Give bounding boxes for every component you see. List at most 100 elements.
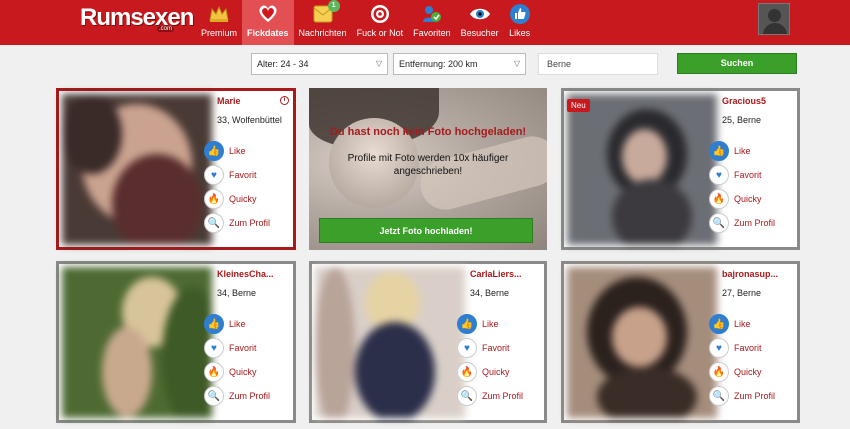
upload-photo-promo: Du hast noch kein Foto hochgeladen! Prof… (309, 88, 547, 250)
target-icon (369, 3, 391, 25)
flame-icon: 🔥 (709, 362, 729, 382)
nav-messages[interactable]: 1 Nachrichten (294, 0, 352, 45)
like-action[interactable]: 👍 Like (204, 312, 270, 336)
profile-photo[interactable] (62, 267, 212, 418)
profile-photo[interactable] (567, 94, 717, 245)
nav-favorites[interactable]: Favoriten (408, 0, 456, 45)
profile-card[interactable]: Marie i 33, Wolfenbüttel 👍 Like ♥ Favorit … (56, 88, 296, 250)
quicky-action[interactable]: 🔥 Quicky (709, 187, 775, 211)
favorite-label: Favorit (229, 170, 257, 180)
favorite-action[interactable]: ♥ Favorit (457, 336, 523, 360)
favorites-icon: ♥ (709, 338, 729, 358)
like-action[interactable]: 👍 Like (709, 139, 775, 163)
profile-name[interactable]: Gracious5 (722, 96, 766, 106)
info-icon[interactable]: i (280, 96, 289, 105)
thumbs-up-icon (509, 3, 531, 25)
like-label: Like (229, 319, 246, 329)
nav-premium[interactable]: Premium (196, 0, 242, 45)
profile-card[interactable]: Neu Gracious5 25, Berne 👍 Like ♥ Favorit 🔥… (561, 88, 800, 250)
view-profile-action[interactable]: 🔍 Zum Profil (709, 384, 775, 408)
nav-label: Nachrichten (298, 28, 347, 38)
chevron-down-icon: ▽ (513, 59, 520, 68)
profile-actions: 👍 Like ♥ Favorit 🔥 Quicky 🔍 Zum Profil (204, 312, 270, 408)
profile-label: Zum Profil (734, 218, 776, 228)
view-profile-action[interactable]: 🔍 Zum Profil (204, 211, 270, 235)
nav-fuck-or-not[interactable]: Fuck or Not (352, 0, 409, 45)
quicky-action[interactable]: 🔥 Quicky (709, 360, 775, 384)
like-action[interactable]: 👍 Like (204, 139, 270, 163)
promo-text: Profile mit Foto werden 10x häufiger ang… (347, 153, 509, 177)
age-filter-value: Alter: 24 - 34 (257, 59, 309, 69)
magnifier-icon: 🔍 (709, 213, 729, 233)
avatar-body-shape (763, 23, 787, 34)
flame-icon: 🔥 (709, 189, 729, 209)
search-button[interactable]: Suchen (677, 53, 797, 74)
quicky-action[interactable]: 🔥 Quicky (204, 187, 270, 211)
favorite-action[interactable]: ♥ Favorit (204, 336, 270, 360)
profile-card[interactable]: KleinesCha... 34, Berne 👍 Like ♥ Favorit 🔥… (56, 261, 296, 423)
like-action[interactable]: 👍 Like (457, 312, 523, 336)
logo-text: Rumsexen (80, 4, 194, 31)
nav-label: Fickdates (247, 28, 289, 38)
nav-likes[interactable]: Likes (504, 0, 536, 45)
profile-photo[interactable] (315, 267, 465, 418)
like-label: Like (229, 146, 246, 156)
favorite-action[interactable]: ♥ Favorit (204, 163, 270, 187)
profile-label: Zum Profil (734, 391, 776, 401)
nav-fickdates[interactable]: Fickdates (242, 0, 294, 45)
profile-name[interactable]: KleinesCha... (217, 269, 274, 279)
promo-headline: Du hast noch kein Foto hochgeladen! (329, 126, 527, 138)
profile-age-location: 34, Berne (217, 288, 257, 298)
flame-icon: 🔥 (457, 362, 477, 382)
favorites-icon: ♥ (204, 338, 224, 358)
view-profile-action[interactable]: 🔍 Zum Profil (709, 211, 775, 235)
view-profile-action[interactable]: 🔍 Zum Profil (457, 384, 523, 408)
magnifier-icon: 🔍 (204, 213, 224, 233)
profile-card[interactable]: CarlaLiers... 34, Berne 👍 Like ♥ Favorit 🔥… (309, 261, 547, 423)
profile-label: Zum Profil (229, 218, 271, 228)
logo-suffix: .com (156, 26, 174, 32)
profile-photo[interactable] (567, 267, 717, 418)
top-navigation-bar: Rumsexen .com Premium Fickdates 1 Nachri… (0, 0, 850, 45)
quicky-label: Quicky (229, 194, 257, 204)
favorite-action[interactable]: ♥ Favorit (709, 336, 775, 360)
magnifier-icon: 🔍 (709, 386, 729, 406)
profile-actions: 👍 Like ♥ Favorit 🔥 Quicky 🔍 Zum Profil (709, 139, 775, 235)
like-label: Like (482, 319, 499, 329)
quicky-action[interactable]: 🔥 Quicky (204, 360, 270, 384)
profile-age-location: 25, Berne (722, 115, 762, 125)
profile-card[interactable]: bajronasup... 27, Berne 👍 Like ♥ Favorit 🔥… (561, 261, 800, 423)
profile-photo[interactable] (62, 94, 212, 245)
profile-label: Zum Profil (482, 391, 524, 401)
nav-label: Likes (509, 28, 531, 38)
nav-visitors[interactable]: Besucher (456, 0, 504, 45)
profile-name[interactable]: Marie (217, 96, 241, 106)
distance-filter-select[interactable]: Entfernung: 200 km ▽ (393, 53, 526, 75)
profile-age-location: 27, Berne (722, 288, 762, 298)
thumbs-up-icon: 👍 (709, 141, 729, 161)
favorites-icon (421, 3, 443, 25)
view-profile-action[interactable]: 🔍 Zum Profil (204, 384, 270, 408)
message-count-badge: 1 (327, 0, 340, 12)
thumbs-up-icon: 👍 (204, 314, 224, 334)
like-label: Like (734, 146, 751, 156)
quicky-label: Quicky (229, 367, 257, 377)
profile-actions: 👍 Like ♥ Favorit 🔥 Quicky 🔍 Zum Profil (457, 312, 523, 408)
favorite-label: Favorit (482, 343, 510, 353)
profile-actions: 👍 Like ♥ Favorit 🔥 Quicky 🔍 Zum Profil (204, 139, 270, 235)
new-badge: Neu (567, 99, 590, 112)
favorites-icon: ♥ (709, 165, 729, 185)
favorite-action[interactable]: ♥ Favorit (709, 163, 775, 187)
profile-name[interactable]: bajronasup... (722, 269, 778, 279)
location-input[interactable]: Berne (538, 53, 658, 75)
like-action[interactable]: 👍 Like (709, 312, 775, 336)
profile-name[interactable]: CarlaLiers... (470, 269, 522, 279)
site-logo[interactable]: Rumsexen .com (80, 4, 194, 34)
message-icon: 1 (312, 0, 340, 25)
favorite-label: Favorit (734, 170, 762, 180)
upload-photo-button[interactable]: Jetzt Foto hochladen! (319, 218, 533, 243)
age-filter-select[interactable]: Alter: 24 - 34 ▽ (251, 53, 388, 75)
nav-label: Favoriten (413, 28, 451, 38)
user-avatar[interactable] (758, 3, 790, 35)
quicky-action[interactable]: 🔥 Quicky (457, 360, 523, 384)
